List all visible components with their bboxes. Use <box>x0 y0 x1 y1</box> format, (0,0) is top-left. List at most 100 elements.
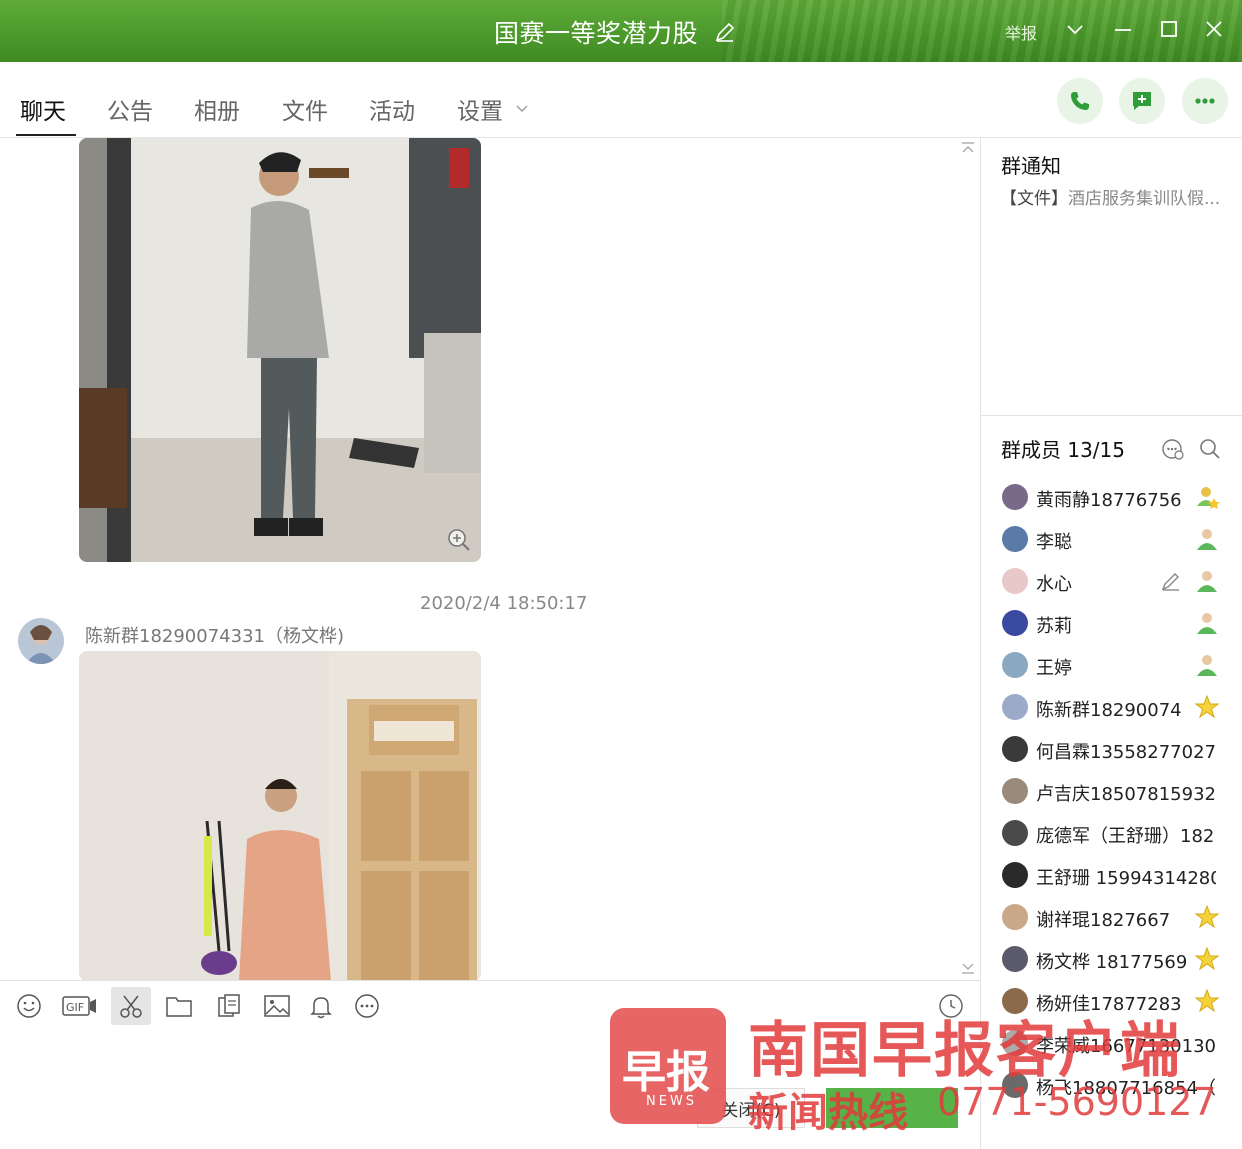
zoom-in-icon[interactable] <box>447 528 471 552</box>
avatar <box>1002 526 1028 552</box>
bell-icon <box>310 997 332 1019</box>
avatar <box>1002 862 1028 888</box>
star-icon <box>1194 988 1220 1013</box>
watermark-logo-news: NEWS <box>646 1094 698 1109</box>
phone-icon <box>1071 92 1089 110</box>
avatar <box>1002 610 1028 636</box>
member-name: 卢吉庆18507815932 <box>1036 784 1216 805</box>
watermark-brand: 南国早报客户端 <box>748 1016 1182 1086</box>
report-button[interactable]: 举报 <box>1005 20 1037 44</box>
star-icon <box>1194 946 1220 971</box>
shake-button[interactable] <box>306 991 336 1021</box>
folder-icon <box>166 997 192 1017</box>
chevron-down-icon[interactable] <box>1062 16 1088 42</box>
avatar <box>1002 820 1028 846</box>
group-notice-item[interactable]: 【文件】酒店服务集训队假... <box>1000 184 1220 209</box>
emoji-button[interactable] <box>14 991 44 1021</box>
avatar <box>1002 736 1028 762</box>
watermark-logo: 早报 NEWS <box>610 1008 726 1124</box>
photo-man-standing <box>79 138 481 562</box>
watermark-hotline-label: 新闻热线 <box>748 1090 908 1136</box>
member-name: 王舒珊 15994314280 <box>1036 868 1216 889</box>
member-row[interactable]: 水心 <box>998 560 1242 602</box>
panel-section-divider <box>981 415 1242 416</box>
more-icon <box>1195 98 1215 104</box>
avatar <box>1002 778 1028 804</box>
members-title: 群成员 13/15 <box>1001 438 1125 462</box>
member-row[interactable]: 杨文桦 18177569 <box>998 938 1242 980</box>
scroll-bottom-icon[interactable] <box>960 960 976 976</box>
member-name: 庞德军（王舒珊）182 <box>1036 826 1215 847</box>
admin-icon <box>1197 655 1217 676</box>
admin-icon <box>1197 529 1217 550</box>
gif-button[interactable]: GIF <box>62 991 98 1021</box>
member-name: 水心 <box>1036 574 1072 595</box>
notice-file-text: 酒店服务集训队假... <box>1068 189 1221 209</box>
image-button[interactable] <box>262 991 292 1021</box>
star-icon <box>1194 694 1220 719</box>
member-name: 何昌霖13558277027( <box>1036 742 1216 763</box>
avatar <box>1002 694 1028 720</box>
tab-album[interactable]: 相册 <box>194 92 240 126</box>
chat-area[interactable]: 2020/2/4 18:50:17 陈新群18290074331（杨文桦) <box>0 138 980 980</box>
svg-text:GIF: GIF <box>66 1001 84 1014</box>
screenshot-button[interactable] <box>111 987 151 1025</box>
members-settings-icon[interactable] <box>1161 437 1185 461</box>
voice-call-button[interactable] <box>1057 78 1103 124</box>
member-row[interactable]: 王婷 <box>998 644 1242 686</box>
watermark-logo-text: 早报 <box>622 1047 710 1098</box>
settings-chevron-icon[interactable] <box>514 100 530 116</box>
file-button[interactable] <box>164 991 194 1021</box>
member-row[interactable]: 陈新群18290074 <box>998 686 1242 728</box>
member-name: 谢祥琨1827667 <box>1036 910 1171 931</box>
member-row[interactable]: 庞德军（王舒珊）182 <box>998 812 1242 854</box>
gif-icon: GIF <box>62 996 96 1016</box>
scissors-icon <box>120 995 142 1018</box>
tab-activity[interactable]: 活动 <box>369 92 415 126</box>
title-bar: 国赛一等奖潜力股 举报 <box>0 0 1242 62</box>
chat-photo-2[interactable] <box>79 651 481 980</box>
tab-bar: 聊天 公告 相册 文件 活动 设置 <box>0 62 1242 138</box>
member-row[interactable]: 王舒珊 15994314280 <box>998 854 1242 896</box>
avatar <box>1002 652 1028 678</box>
notice-file-tag: 【文件】 <box>1000 189 1068 209</box>
message-timestamp: 2020/2/4 18:50:17 <box>420 593 588 614</box>
member-row[interactable]: 卢吉庆18507815932 <box>998 770 1242 812</box>
scroll-top-icon[interactable] <box>960 140 976 156</box>
member-name: 李聪 <box>1036 532 1072 553</box>
search-icon[interactable] <box>1198 437 1222 461</box>
new-message-button[interactable] <box>1119 78 1165 124</box>
more-tools-button[interactable] <box>352 991 382 1021</box>
group-notice-title: 群通知 <box>1001 154 1061 178</box>
emoji-icon <box>17 994 41 1018</box>
member-name: 王婷 <box>1036 658 1072 679</box>
star-icon <box>1194 904 1220 929</box>
panel-divider <box>980 138 981 1149</box>
member-row[interactable]: 黄雨静18776756 <box>998 476 1242 518</box>
minimize-icon[interactable] <box>1110 16 1136 42</box>
chat-photo-1[interactable] <box>79 138 481 562</box>
avatar <box>1002 568 1028 594</box>
maximize-icon[interactable] <box>1156 16 1182 42</box>
tab-files[interactable]: 文件 <box>282 92 328 126</box>
more-options-button[interactable] <box>1182 78 1228 124</box>
tab-announcement[interactable]: 公告 <box>107 92 153 126</box>
add-message-icon <box>1133 92 1151 110</box>
edit-name-icon[interactable] <box>1160 570 1182 592</box>
edit-title-icon[interactable] <box>713 20 737 44</box>
tab-chat[interactable]: 聊天 <box>20 92 66 126</box>
avatar <box>1002 946 1028 972</box>
member-row[interactable]: 谢祥琨1827667 <box>998 896 1242 938</box>
avatar[interactable] <box>18 618 64 664</box>
doc-button[interactable] <box>214 991 244 1021</box>
sender-avatar-image <box>18 618 64 664</box>
admin-icon <box>1197 571 1217 592</box>
window-title: 国赛一等奖潜力股 <box>494 19 699 48</box>
member-row[interactable]: 何昌霖13558277027( <box>998 728 1242 770</box>
member-row[interactable]: 李聪 <box>998 518 1242 560</box>
owner-icon <box>1197 487 1220 509</box>
admin-icon <box>1197 613 1217 634</box>
member-row[interactable]: 苏莉 <box>998 602 1242 644</box>
tab-settings[interactable]: 设置 <box>457 92 503 126</box>
close-icon[interactable] <box>1201 16 1227 42</box>
